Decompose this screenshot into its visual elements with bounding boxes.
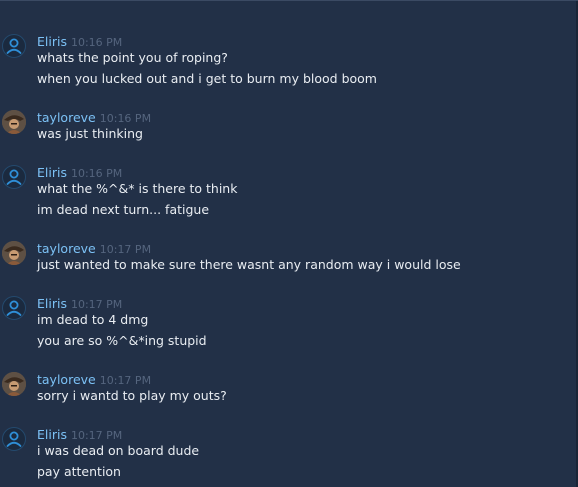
username[interactable]: Eliris <box>37 296 67 311</box>
username[interactable]: tayloreve <box>37 110 96 125</box>
timestamp: 10:16 PM <box>99 112 152 125</box>
message-text: pay attention <box>37 464 121 479</box>
message-text: when you lucked out and i get to burn my… <box>37 71 377 86</box>
timestamp: 10:17 PM <box>70 429 123 442</box>
username[interactable]: tayloreve <box>37 372 96 387</box>
username[interactable]: tayloreve <box>37 241 96 256</box>
message-header: tayloreve 10:16 PM <box>37 108 151 126</box>
default-user-icon[interactable] <box>2 296 26 320</box>
message-text: im dead next turn... fatigue <box>37 202 210 217</box>
username[interactable]: Eliris <box>37 427 67 442</box>
timestamp: 10:16 PM <box>70 167 123 180</box>
message-header: Eliris 10:16 PM <box>37 163 122 181</box>
default-user-icon[interactable] <box>2 34 26 58</box>
photo-avatar[interactable] <box>2 372 26 396</box>
message-text: i was dead on board dude <box>37 443 200 458</box>
message-text: just wanted to make sure there wasnt any… <box>37 257 461 272</box>
timestamp: 10:16 PM <box>70 36 123 49</box>
timestamp: 10:17 PM <box>99 374 152 387</box>
message-text: sorry i wantd to play my outs? <box>37 388 227 403</box>
default-user-icon[interactable] <box>2 165 26 189</box>
message-text: was just thinking <box>37 126 143 141</box>
photo-avatar[interactable] <box>2 241 26 265</box>
default-user-icon[interactable] <box>2 427 26 451</box>
message-text: whats the point you of roping? <box>37 50 228 65</box>
message-text: what the %^&* is there to think <box>37 181 238 196</box>
chat-log: Eliris 10:16 PM whats the point you of ro… <box>0 0 578 487</box>
message-header: tayloreve 10:17 PM <box>37 239 151 257</box>
message-header: Eliris 10:17 PM <box>37 294 122 312</box>
message-header: Eliris 10:16 PM <box>37 32 122 50</box>
message-text: im dead to 4 dmg <box>37 312 149 327</box>
photo-avatar[interactable] <box>2 110 26 134</box>
message-header: tayloreve 10:17 PM <box>37 370 151 388</box>
username[interactable]: Eliris <box>37 34 67 49</box>
timestamp: 10:17 PM <box>70 298 123 311</box>
message-text: you are so %^&*ing stupid <box>37 333 207 348</box>
timestamp: 10:17 PM <box>99 243 152 256</box>
message-header: Eliris 10:17 PM <box>37 425 122 443</box>
username[interactable]: Eliris <box>37 165 67 180</box>
